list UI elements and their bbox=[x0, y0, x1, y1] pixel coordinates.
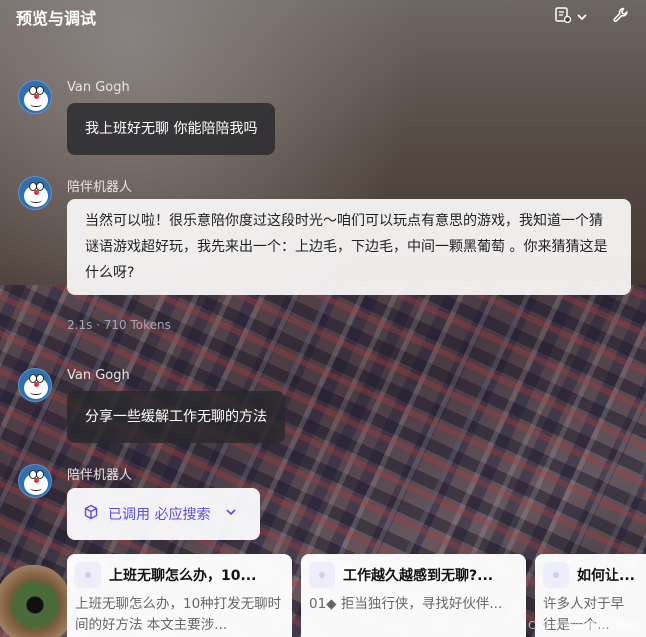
wrench-icon bbox=[612, 6, 630, 28]
plugin-call-label: 已调用 必应搜索 bbox=[108, 507, 211, 523]
chat-message-bot: 陪伴机器人 当然可以啦！很乐意陪你度过这段时光～咱们可以玩点有意思的游戏，我知道… bbox=[18, 176, 631, 295]
avatar bbox=[18, 368, 52, 402]
avatar bbox=[18, 176, 52, 210]
site-favicon-icon bbox=[543, 562, 569, 588]
card-snippet: 上班无聊怎么办，10种打发无聊时间的好方法 本文主要涉... bbox=[75, 596, 282, 633]
cube-icon bbox=[83, 504, 99, 524]
avatar bbox=[18, 80, 52, 114]
search-result-card[interactable]: 工作越久越感到无聊?... 01◆ 拒当独行侠，寻找好伙伴... bbox=[301, 554, 526, 637]
avatar bbox=[18, 464, 52, 498]
chevron-down-icon bbox=[576, 8, 588, 27]
watermark: CSDN @爱编程的喵喵 bbox=[528, 619, 640, 632]
chat-message-user: Van Gogh 分享一些缓解工作无聊的方法 bbox=[18, 368, 285, 443]
tools-button[interactable] bbox=[612, 6, 630, 28]
sender-name: 陪伴机器人 bbox=[67, 468, 133, 483]
message-bubble: 分享一些缓解工作无聊的方法 bbox=[67, 391, 285, 443]
search-result-card[interactable]: 上班无聊怎么办，10... 上班无聊怎么办，10种打发无聊时间的好方法 本文主要… bbox=[67, 554, 292, 637]
plugin-call-toggle[interactable]: 已调用 必应搜索 bbox=[67, 488, 260, 540]
card-title: 如何让... bbox=[577, 568, 635, 584]
message-bubble: 我上班好无聊 你能陪陪我吗 bbox=[67, 103, 276, 155]
chevron-down-icon bbox=[225, 506, 237, 522]
document-settings-icon bbox=[554, 6, 572, 28]
chat-message-user: Van Gogh 我上班好无聊 你能陪陪我吗 bbox=[18, 80, 276, 155]
sender-name: Van Gogh bbox=[67, 368, 130, 383]
card-title: 工作越久越感到无聊?... bbox=[343, 568, 494, 584]
chat-message-bot: 陪伴机器人 已调用 必应搜索 bbox=[18, 464, 260, 540]
header: 预览与调试 bbox=[0, 0, 646, 34]
debug-settings-dropdown[interactable] bbox=[554, 6, 588, 28]
sender-name: Van Gogh bbox=[67, 80, 130, 95]
card-title: 上班无聊怎么办，10... bbox=[109, 568, 257, 584]
site-favicon-icon bbox=[75, 562, 101, 588]
site-favicon-icon bbox=[309, 562, 335, 588]
response-stats: 2.1s · 710 Tokens bbox=[67, 318, 171, 332]
message-bubble: 当然可以啦！很乐意陪你度过这段时光～咱们可以玩点有意思的游戏，我知道一个猜谜语游… bbox=[67, 199, 631, 295]
background-cat-eye bbox=[0, 565, 70, 637]
sender-name: 陪伴机器人 bbox=[67, 180, 133, 195]
page-title: 预览与调试 bbox=[16, 9, 97, 28]
card-snippet: 01◆ 拒当独行侠，寻找好伙伴... bbox=[309, 596, 503, 612]
